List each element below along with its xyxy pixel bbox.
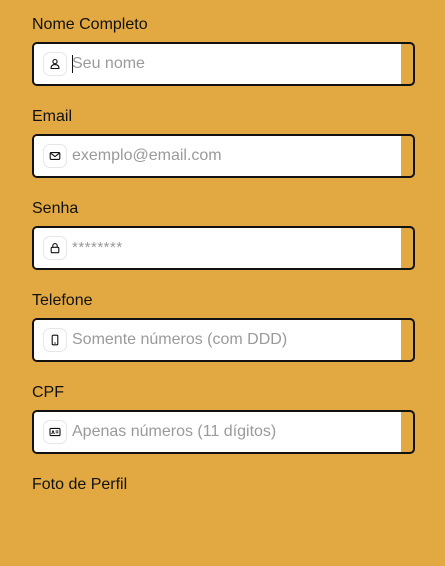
cpf-input-box[interactable] xyxy=(32,410,415,454)
password-input-area[interactable] xyxy=(34,228,401,268)
password-input[interactable] xyxy=(72,228,401,268)
lock-icon xyxy=(44,237,66,259)
field-profile-photo: Foto de Perfil xyxy=(32,474,415,566)
password-label: Senha xyxy=(32,200,79,217)
cpf-label: CPF xyxy=(32,384,64,401)
phone-icon xyxy=(44,329,66,351)
envelope-icon xyxy=(44,145,66,167)
user-icon xyxy=(44,53,66,75)
email-input-area[interactable] xyxy=(34,136,401,176)
phone-input-box[interactable] xyxy=(32,318,415,362)
phone-input-area[interactable] xyxy=(34,320,401,360)
field-phone: Telefone xyxy=(32,290,415,382)
email-label: Email xyxy=(32,108,73,125)
full-name-input-box[interactable] xyxy=(32,42,415,86)
field-password: Senha xyxy=(32,198,415,290)
id-card-icon xyxy=(44,421,66,443)
full-name-input-area[interactable] xyxy=(34,44,401,84)
email-input-box[interactable] xyxy=(32,134,415,178)
field-cpf: CPF xyxy=(32,382,415,474)
profile-photo-label: Foto de Perfil xyxy=(32,476,128,493)
email-input[interactable] xyxy=(72,136,401,176)
field-full-name: Nome Completo xyxy=(32,14,415,106)
password-input-box[interactable] xyxy=(32,226,415,270)
phone-input[interactable] xyxy=(72,320,401,360)
full-name-label: Nome Completo xyxy=(32,16,148,33)
phone-label: Telefone xyxy=(32,292,93,309)
full-name-input[interactable] xyxy=(72,44,401,84)
registration-form: Nome Completo Email xyxy=(32,14,415,566)
cpf-input-area[interactable] xyxy=(34,412,401,452)
cpf-input[interactable] xyxy=(72,412,401,452)
field-email: Email xyxy=(32,106,415,198)
